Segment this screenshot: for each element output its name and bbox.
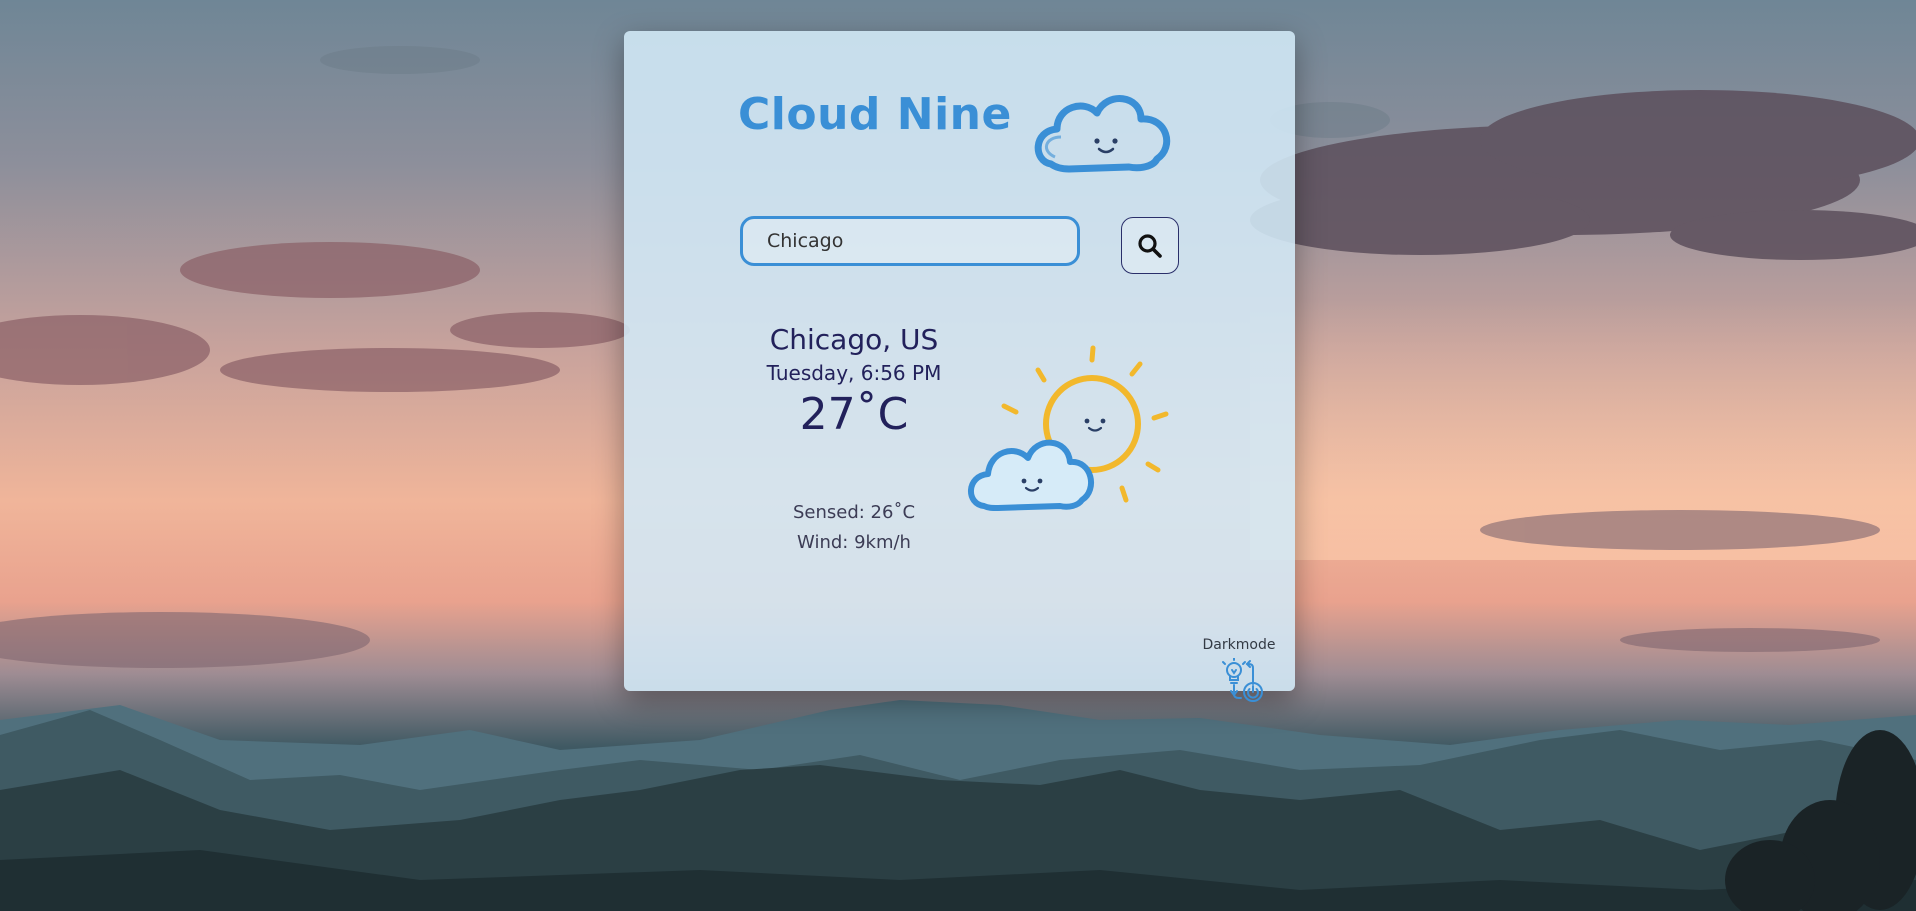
wind-speed: Wind: 9km/h bbox=[797, 532, 911, 553]
search-icon bbox=[1138, 233, 1162, 258]
darkmode-toggle[interactable] bbox=[1221, 657, 1271, 704]
weather-card: Cloud Nine Chicago, US Tuesday, 6:56 PM … bbox=[624, 31, 1295, 702]
temperature: 27˚C bbox=[799, 389, 909, 440]
darkmode-label: Darkmode bbox=[1202, 637, 1276, 653]
partly-sunny-icon bbox=[968, 345, 1169, 511]
date-time: Tuesday, 6:56 PM bbox=[766, 361, 942, 385]
feels-like: Sensed: 26˚C bbox=[792, 502, 916, 523]
city-search-input[interactable] bbox=[740, 216, 1080, 266]
bulb-power-icon bbox=[1222, 657, 1263, 702]
location-name: Chicago, US bbox=[769, 323, 939, 356]
page: Cloud Nine Chicago, US Tuesday, 6:56 PM … bbox=[0, 0, 1916, 911]
search-button[interactable] bbox=[1121, 217, 1179, 274]
smiling-cloud-icon bbox=[1034, 95, 1171, 173]
app-title: Cloud Nine bbox=[738, 89, 1012, 140]
